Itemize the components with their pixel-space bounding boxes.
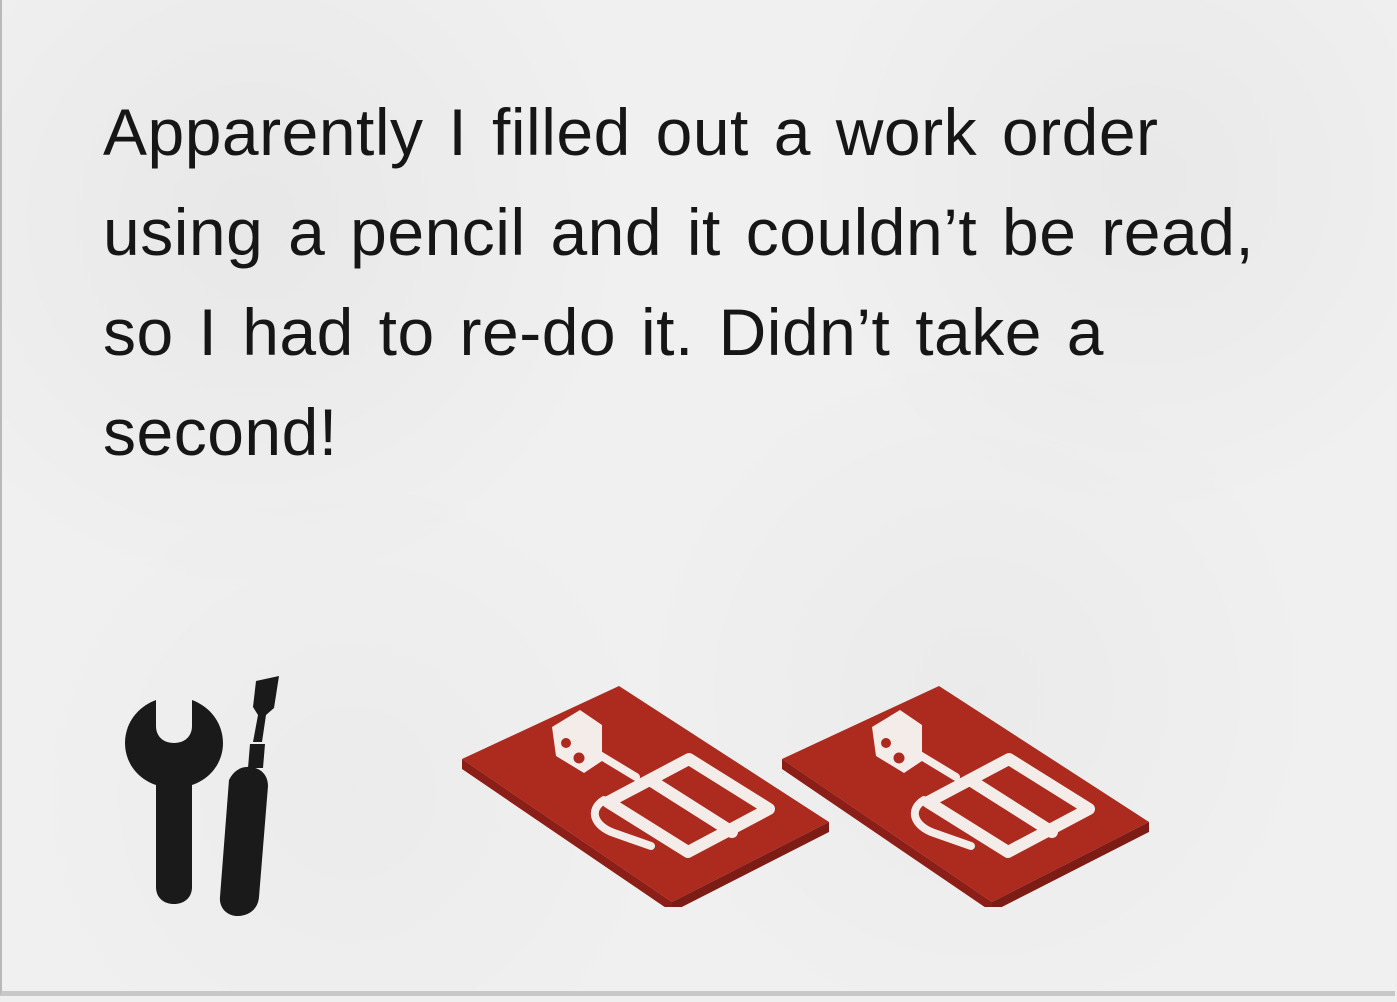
wrench-screwdriver-icon bbox=[125, 676, 279, 916]
story-card: Apparently I filled out a work order usi… bbox=[0, 0, 1395, 996]
mousetrap-icon bbox=[782, 686, 1149, 907]
mousetrap-icon bbox=[462, 686, 829, 907]
story-text: Apparently I filled out a work order usi… bbox=[103, 95, 1255, 469]
